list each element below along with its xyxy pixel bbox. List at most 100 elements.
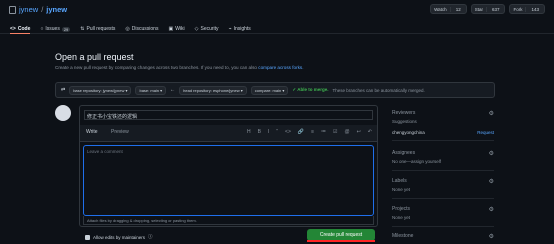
compare-across-forks-link[interactable]: compare across forks. (258, 65, 303, 70)
tab-wiki[interactable]: ▣ Wiki (168, 24, 184, 34)
reviewers-title: Reviewers (392, 110, 416, 116)
attach-files-area[interactable]: Attach files by dragging & dropping, sel… (83, 216, 374, 225)
title-input[interactable]: 修正书小宝铁还的逻辑 (84, 110, 373, 120)
tab-issues[interactable]: ○ Issues 29 (40, 24, 71, 34)
repo-icon (9, 5, 16, 14)
comment-textarea[interactable]: Leave a comment (83, 145, 374, 216)
repo-breadcrumb: jynew / jynew (9, 5, 67, 14)
top-bar: jynew / jynew Watch 12 Star 637 Fork 143 <>… (0, 0, 554, 34)
compare-icon: ⇄ (61, 87, 66, 93)
compare-branch-select[interactable]: compare: main ▾ (250, 85, 289, 95)
star-count: 637 (485, 6, 505, 12)
arrow-left-icon: ← (170, 87, 176, 93)
task-list-icon[interactable]: ☑ (333, 129, 337, 135)
gear-icon[interactable]: ⚙ (489, 110, 494, 117)
compare-bar: ⇄ base repository: jynew/jynew ▾ base: m… (55, 82, 495, 98)
assignees-title: Assignees (392, 150, 416, 156)
reference-icon[interactable]: ↩ (357, 129, 361, 135)
mention-icon[interactable]: @ (345, 129, 350, 135)
head-repository-select[interactable]: head repository: esphone/jynew ▾ (179, 85, 247, 95)
heading-icon[interactable]: H (247, 129, 251, 135)
milestone-section: Milestone ⚙ (392, 233, 494, 240)
graph-icon: ⌁ (228, 26, 232, 32)
issues-icon: ○ (40, 26, 44, 32)
projects-value: None yet (392, 215, 411, 220)
gear-icon[interactable]: ⚙ (489, 178, 494, 185)
projects-title: Projects (392, 206, 411, 212)
base-repository-select[interactable]: base repository: jynew/jynew ▾ (69, 85, 132, 95)
labels-value: None yet (392, 187, 411, 192)
page-subtitle: Create a new pull request by comparing c… (55, 65, 303, 70)
bold-icon[interactable]: B (258, 129, 261, 135)
write-tab[interactable]: Write (86, 129, 98, 135)
book-icon: ▣ (168, 26, 174, 32)
red-underline (307, 240, 375, 242)
tab-issues-label: Issues (45, 26, 60, 32)
watch-button[interactable]: Watch 12 (430, 4, 467, 14)
tab-security[interactable]: ◇ Security (195, 24, 219, 34)
avatar (55, 105, 71, 121)
merge-message: These branches can be automatically merg… (332, 87, 425, 93)
italic-icon[interactable]: I (268, 129, 269, 135)
info-icon: ⓘ (148, 234, 153, 239)
allow-edits-option[interactable]: Allow edits by maintainers ⓘ (85, 234, 153, 240)
tab-discussions[interactable]: ◎ Discussions (125, 24, 158, 34)
tab-wiki-label: Wiki (175, 26, 185, 32)
numbered-list-icon[interactable]: ≔ (321, 129, 326, 135)
sidebar-divider (392, 170, 494, 171)
repo-tabs: <> Code ○ Issues 29 ⇅ Pull requests ◎ Discuss… (10, 24, 251, 34)
star-label: Star (474, 6, 483, 12)
tab-discussions-label: Discussions (131, 26, 159, 32)
repo-separator: / (41, 5, 44, 14)
quote-icon[interactable]: “ (276, 129, 278, 135)
tab-security-label: Security (200, 26, 219, 32)
issues-badge: 29 (61, 26, 71, 32)
shield-icon: ◇ (194, 26, 199, 32)
tab-insights-label: Insights (233, 26, 251, 32)
tab-code-label: Code (17, 25, 31, 32)
link-icon[interactable]: 🔗 (298, 129, 304, 135)
editor-tabs: Write Preview H B I “ <> 🔗 ≡ ≔ ☑ @ ↩ ↶ (80, 125, 377, 142)
preview-tab[interactable]: Preview (111, 129, 129, 135)
request-link[interactable]: Request (477, 130, 494, 135)
discussion-icon: ◎ (125, 26, 130, 32)
gear-icon[interactable]: ⚙ (489, 233, 494, 240)
pull-request-icon: ⇅ (80, 26, 85, 32)
base-branch-select[interactable]: base: main ▾ (135, 85, 167, 95)
markdown-toolbar: H B I “ <> 🔗 ≡ ≔ ☑ @ ↩ ↶ (247, 129, 372, 135)
code-icon[interactable]: <> (285, 129, 291, 135)
gear-icon[interactable]: ⚙ (489, 150, 494, 157)
reviewer-row: chengyongchina Request (392, 130, 494, 135)
repo-name-link[interactable]: jynew (46, 5, 67, 14)
code-icon: <> (10, 25, 16, 32)
allow-edits-label: Allow edits by maintainers (93, 234, 146, 240)
tab-code[interactable]: <> Code (10, 24, 31, 34)
tab-pull-requests-label: Pull requests (86, 26, 116, 32)
gear-icon[interactable]: ⚙ (489, 206, 494, 213)
sidebar-divider (392, 198, 494, 199)
sidebar-divider (392, 226, 494, 227)
tab-insights[interactable]: ⌁ Insights (229, 24, 251, 34)
reviewer-name: chengyongchina (392, 130, 425, 135)
sidebar-divider (392, 140, 494, 141)
repo-actions: Watch 12 Star 637 Fork 143 (430, 4, 545, 14)
star-button[interactable]: Star 637 (470, 4, 506, 14)
repo-owner-link[interactable]: jynew (19, 5, 38, 14)
assignees-value: No one—assign yourself (392, 159, 442, 164)
reply-icon[interactable]: ↶ (368, 129, 372, 135)
milestone-title: Milestone (392, 233, 414, 239)
watch-label: Watch (434, 6, 447, 12)
allow-edits-checkbox[interactable] (85, 234, 90, 240)
able-to-merge-status: ✓ Able to merge. (292, 87, 329, 92)
assignees-section: Assignees ⚙ No one—assign yourself (392, 150, 494, 164)
suggestions-label: Suggestions (392, 119, 417, 124)
fork-button[interactable]: Fork 143 (509, 4, 545, 14)
page-title: Open a pull request (55, 52, 134, 62)
pull-request-editor: 修正书小宝铁还的逻辑 Write Preview H B I “ <> 🔗 ≡ … (79, 105, 378, 227)
bullet-list-icon[interactable]: ≡ (311, 129, 314, 135)
labels-title: Labels (392, 178, 407, 184)
subtitle-text: Create a new pull request by comparing c… (55, 65, 257, 70)
reviewers-section: Reviewers ⚙ Suggestions chengyongchina R… (392, 110, 494, 135)
fork-label: Fork (513, 6, 523, 12)
tab-pull-requests[interactable]: ⇅ Pull requests (80, 24, 115, 34)
